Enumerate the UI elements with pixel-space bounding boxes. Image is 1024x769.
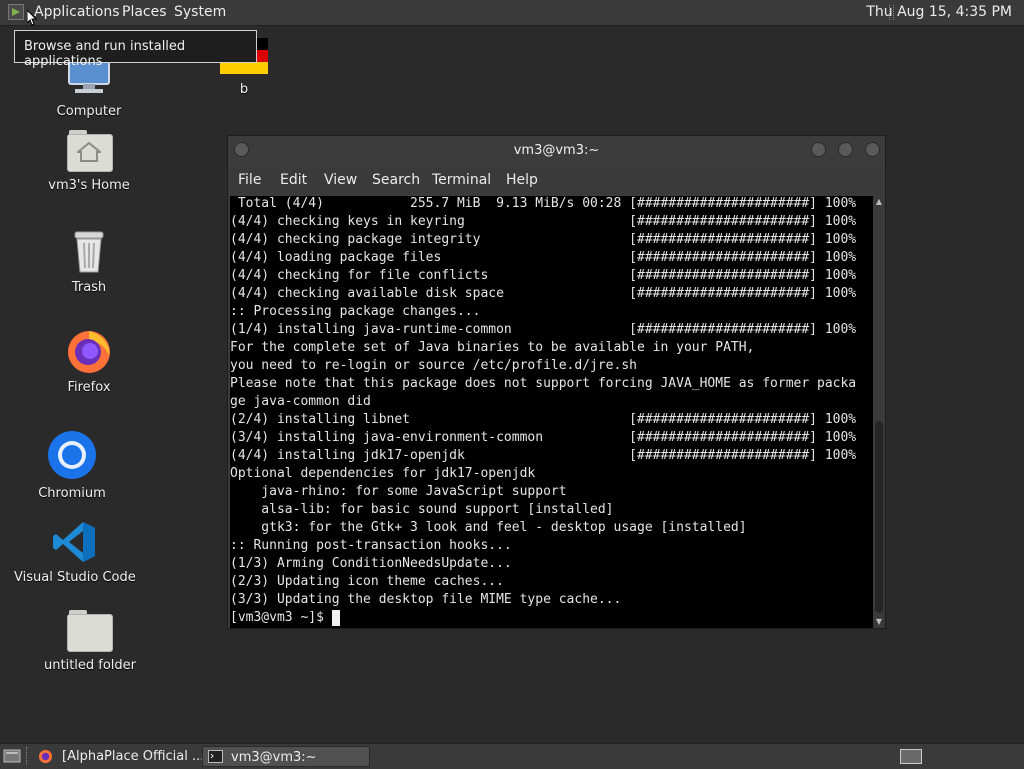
places-menu[interactable]: Places <box>122 4 167 20</box>
terminal-line: (1/3) Arming ConditionNeedsUpdate... <box>230 556 512 571</box>
minimize-button[interactable] <box>811 142 826 157</box>
menu-help[interactable]: Help <box>506 172 538 188</box>
terminal-icon <box>208 750 223 763</box>
terminal-line: Total (4/4) 255.7 MiB 9.13 MiB/s 00:28 [… <box>230 196 857 211</box>
desktop-icon-label: Firefox <box>67 380 111 395</box>
desktop-icon-label: Visual Studio Code <box>14 570 136 585</box>
terminal-line: (3/3) Updating the desktop file MIME typ… <box>230 592 622 607</box>
window-title: vm3@vm3:~ <box>513 143 600 158</box>
terminal-line: :: Processing package changes... <box>230 304 481 319</box>
terminal-line: (2/3) Updating icon theme caches... <box>230 574 504 589</box>
chromium-icon <box>48 431 96 479</box>
terminal-line: [vm3@vm3 ~]$ <box>230 610 332 625</box>
terminal-scrollbar[interactable]: ▲ ▼ <box>873 196 885 628</box>
menu-file[interactable]: File <box>238 172 261 188</box>
desktop-icon-home[interactable]: vm3's Home <box>44 130 134 193</box>
terminal-line: (4/4) checking available disk space [###… <box>230 286 857 301</box>
terminal-line: (4/4) checking keys in keyring [########… <box>230 214 857 229</box>
desktop-icon-chromium[interactable]: Chromium <box>27 430 117 501</box>
terminal-line: java-rhino: for some JavaScript support <box>230 484 567 499</box>
desktop-icon-label: Trash <box>71 280 107 295</box>
system-menu[interactable]: System <box>174 4 226 20</box>
desktop-icon-trash[interactable]: Trash <box>44 230 134 295</box>
menu-search[interactable]: Search <box>372 172 420 188</box>
trash-icon <box>74 231 104 273</box>
desktop-icon-label: b <box>239 82 249 97</box>
terminal-line: For the complete set of Java binaries to… <box>230 340 755 355</box>
workspace-switcher-icon[interactable] <box>900 749 922 764</box>
clock[interactable]: Thu Aug 15, 4:35 PM <box>866 4 1012 20</box>
terminal-line: (4/4) checking for file conflicts [#####… <box>230 268 857 283</box>
terminal-output[interactable]: Total (4/4) 255.7 MiB 9.13 MiB/s 00:28 [… <box>230 196 873 628</box>
terminal-line: (4/4) checking package integrity [######… <box>230 232 857 247</box>
applications-menu[interactable]: Applications <box>34 4 120 20</box>
desktop-icon-vscode[interactable]: Visual Studio Code <box>14 520 136 585</box>
terminal-line: (1/4) installing java-runtime-common [##… <box>230 322 857 337</box>
show-desktop-icon[interactable] <box>3 749 21 763</box>
terminal-line: gtk3: for the Gtk+ 3 look and feel - des… <box>230 520 747 535</box>
terminal-line: (2/4) installing libnet [###############… <box>230 412 857 427</box>
terminal-menubar: File Edit View Search Terminal Help <box>228 167 885 195</box>
folder-icon <box>67 610 113 652</box>
firefox-icon <box>68 331 110 373</box>
scrollbar-thumb[interactable] <box>875 421 883 613</box>
home-folder-icon <box>77 142 101 162</box>
close-button[interactable] <box>865 142 880 157</box>
scroll-up-icon[interactable]: ▲ <box>875 198 883 206</box>
panel-separator <box>26 747 29 765</box>
terminal-line: alsa-lib: for basic sound support [insta… <box>230 502 614 517</box>
mouse-cursor-icon <box>27 10 37 26</box>
terminal-line: (3/4) installing java-environment-common… <box>230 430 857 445</box>
scroll-down-icon[interactable]: ▼ <box>875 618 883 626</box>
terminal-line: you need to re-login or source /etc/prof… <box>230 358 637 373</box>
top-panel: Applications Places System Thu Aug 15, 4… <box>0 0 1024 26</box>
terminal-line: (4/4) loading package files [###########… <box>230 250 857 265</box>
taskbar-item-firefox[interactable]: [AlphaPlace Official ... <box>34 746 202 767</box>
terminal-cursor <box>331 610 340 626</box>
terminal-line: Please note that this package does not s… <box>230 376 857 391</box>
desktop-icon-label: vm3's Home <box>48 178 130 193</box>
taskbar-item-label: [AlphaPlace Official ... <box>62 749 202 764</box>
desktop-icon-label: Chromium <box>38 486 106 501</box>
terminal-line: ge java-common did <box>230 394 371 409</box>
window-titlebar[interactable]: vm3@vm3:~ <box>228 136 885 166</box>
terminal-window[interactable]: vm3@vm3:~ File Edit View Search Terminal… <box>227 135 886 629</box>
menu-edit[interactable]: Edit <box>280 172 307 188</box>
bottom-panel: [AlphaPlace Official ... vm3@vm3:~ <box>0 743 1024 769</box>
desktop-icon-label: Computer <box>56 104 122 119</box>
firefox-icon <box>38 749 53 764</box>
terminal-line: (4/4) installing jdk17-openjdk [########… <box>230 448 857 463</box>
menu-view[interactable]: View <box>324 172 357 188</box>
desktop-icon-firefox[interactable]: Firefox <box>44 326 134 395</box>
applications-tooltip: Browse and run installed applications <box>14 30 257 69</box>
maximize-button[interactable] <box>838 142 853 157</box>
taskbar-item-terminal[interactable]: vm3@vm3:~ <box>202 746 370 767</box>
terminal-line: :: Running post-transaction hooks... <box>230 538 512 553</box>
terminal-line: Optional dependencies for jdk17-openjdk <box>230 466 536 481</box>
desktop-icon-untitled-folder[interactable]: untitled folder <box>44 610 137 673</box>
taskbar-item-label: vm3@vm3:~ <box>231 750 317 765</box>
desktop-icon-label: untitled folder <box>44 658 137 673</box>
applications-menu-icon[interactable] <box>8 4 24 20</box>
vscode-icon <box>53 522 95 562</box>
menu-terminal[interactable]: Terminal <box>432 172 491 188</box>
